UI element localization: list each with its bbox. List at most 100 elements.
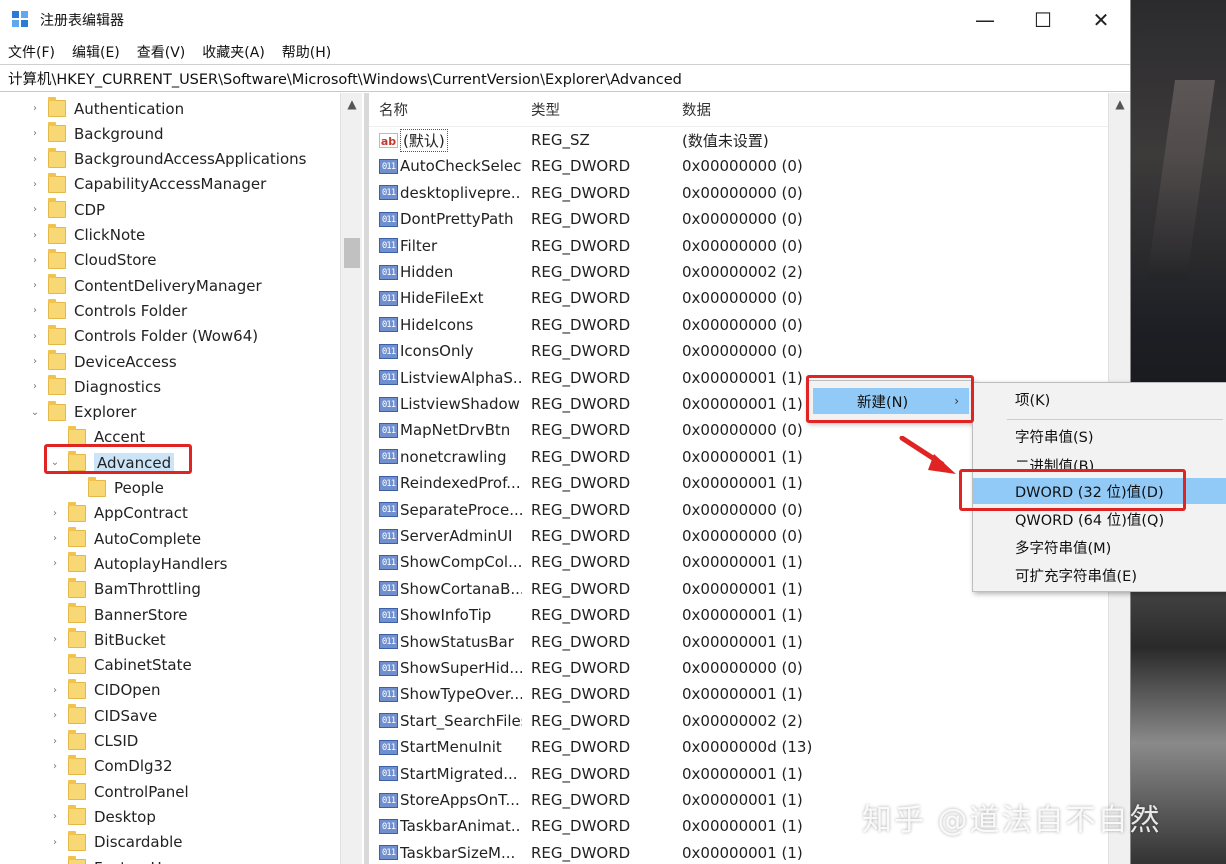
value-row[interactable]: ab (默认) REG_SZ (数值未设置) bbox=[369, 127, 1109, 153]
column-data-header[interactable]: 数据 bbox=[682, 99, 711, 120]
value-type: REG_DWORD bbox=[531, 236, 631, 255]
menu-help[interactable]: 帮助(H) bbox=[282, 42, 331, 62]
tree-item[interactable]: › Diagnostics bbox=[28, 374, 161, 399]
column-name-header[interactable]: 名称 bbox=[379, 99, 408, 120]
tree-item[interactable]: › ComDlg32 bbox=[48, 754, 173, 779]
menu-edit[interactable]: 编辑(E) bbox=[72, 42, 120, 62]
tree-item[interactable]: › CapabilityAccessManager bbox=[28, 172, 266, 197]
chevron-down-icon[interactable]: ⌄ bbox=[28, 407, 42, 418]
maximize-button[interactable]: ☐ bbox=[1014, 0, 1072, 40]
scroll-up-icon[interactable]: ▲ bbox=[341, 97, 363, 111]
scroll-up-icon[interactable]: ▲ bbox=[1109, 97, 1130, 111]
chevron-right-icon[interactable]: › bbox=[28, 103, 42, 114]
value-row[interactable]: 011 StartMigrated... REG_DWORD 0x00000001 (… bbox=[369, 761, 1109, 787]
tree-item[interactable]: › AppContract bbox=[48, 501, 188, 526]
value-row[interactable]: 011 Hidden REG_DWORD 0x00000002 (2) bbox=[369, 259, 1109, 285]
watermark: 知乎 @道法自不自然 bbox=[862, 803, 1162, 838]
value-row[interactable]: 011 AutoCheckSelect REG_DWORD 0x00000000 (0… bbox=[369, 153, 1109, 179]
tree-item[interactable]: ›FeatureUsage bbox=[48, 855, 197, 864]
tree-item[interactable]: › CIDSave bbox=[48, 703, 157, 728]
submenu-multistring-value[interactable]: 多字符串值(M) bbox=[973, 534, 1226, 560]
tree-item[interactable]: ⌄ Explorer bbox=[28, 400, 136, 425]
chevron-right-icon[interactable]: › bbox=[48, 634, 62, 645]
submenu-dword-value[interactable]: DWORD (32 位)值(D) bbox=[973, 478, 1226, 504]
chevron-down-icon[interactable]: ⌄ bbox=[48, 457, 62, 468]
minimize-button[interactable]: — bbox=[956, 0, 1014, 40]
close-button[interactable]: ✕ bbox=[1072, 0, 1130, 40]
chevron-right-icon[interactable]: › bbox=[48, 837, 62, 848]
tree-item[interactable]: › CIDOpen bbox=[48, 678, 161, 703]
value-row[interactable]: 011 TaskbarSizeM... REG_DWORD 0x00000001 (1… bbox=[369, 840, 1109, 864]
tree-item[interactable]: People bbox=[68, 476, 164, 501]
tree-item[interactable]: › Discardable bbox=[48, 830, 183, 855]
tree-item[interactable]: › CLSID bbox=[48, 729, 138, 754]
value-row[interactable]: 011 Filter REG_DWORD 0x00000000 (0) bbox=[369, 233, 1109, 259]
chevron-right-icon[interactable]: › bbox=[28, 305, 42, 316]
tree-item[interactable]: › Background bbox=[28, 121, 164, 146]
submenu-key[interactable]: 项(K) bbox=[973, 386, 1226, 412]
tree-item[interactable]: Accent bbox=[48, 425, 145, 450]
tree-scrollbar[interactable]: ▲ bbox=[340, 93, 362, 864]
tree-item[interactable]: › CDP bbox=[28, 197, 105, 222]
menu-favorites[interactable]: 收藏夹(A) bbox=[202, 42, 265, 62]
chevron-right-icon[interactable]: › bbox=[28, 128, 42, 139]
tree-item[interactable]: BamThrottling bbox=[48, 577, 201, 602]
chevron-right-icon[interactable]: › bbox=[28, 280, 42, 291]
tree-item[interactable]: › ClickNote bbox=[28, 223, 145, 248]
tree-item[interactable]: CabinetState bbox=[48, 653, 192, 678]
column-type-header[interactable]: 类型 bbox=[531, 99, 560, 120]
value-row[interactable]: 011 DontPrettyPath REG_DWORD 0x00000000 (0) bbox=[369, 206, 1109, 232]
chevron-right-icon[interactable]: › bbox=[48, 558, 62, 569]
address-bar[interactable]: 计算机\HKEY_CURRENT_USER\Software\Microsoft… bbox=[0, 64, 1130, 92]
value-row[interactable]: 011 ShowInfoTip REG_DWORD 0x00000001 (1) bbox=[369, 602, 1109, 628]
tree-item[interactable]: › BackgroundAccessApplications bbox=[28, 147, 306, 172]
value-row[interactable]: 011 HideFileExt REG_DWORD 0x00000000 (0) bbox=[369, 285, 1109, 311]
tree-item[interactable]: › DeviceAccess bbox=[28, 349, 177, 374]
tree-item[interactable]: › ContentDeliveryManager bbox=[28, 273, 262, 298]
tree-item[interactable]: › BitBucket bbox=[48, 627, 166, 652]
submenu-qword-value[interactable]: QWORD (64 位)值(Q) bbox=[973, 506, 1226, 532]
chevron-right-icon[interactable]: › bbox=[48, 685, 62, 696]
submenu-string-value[interactable]: 字符串值(S) bbox=[973, 423, 1226, 449]
tree-item[interactable]: › Controls Folder bbox=[28, 298, 187, 323]
menu-view[interactable]: 查看(V) bbox=[137, 42, 186, 62]
chevron-right-icon[interactable]: › bbox=[48, 533, 62, 544]
tree-item[interactable]: › Controls Folder (Wow64) bbox=[28, 324, 258, 349]
value-row[interactable]: 011 StartMenuInit REG_DWORD 0x0000000d (13) bbox=[369, 734, 1109, 760]
tree-item[interactable]: › AutoplayHandlers bbox=[48, 551, 227, 576]
chevron-right-icon[interactable]: › bbox=[48, 811, 62, 822]
chevron-right-icon[interactable]: › bbox=[28, 230, 42, 241]
chevron-right-icon[interactable]: › bbox=[48, 736, 62, 747]
tree-item[interactable]: ⌄ Advanced bbox=[48, 450, 175, 475]
tree-item[interactable]: › CloudStore bbox=[28, 248, 157, 273]
value-row[interactable]: 011 HideIcons REG_DWORD 0x00000000 (0) bbox=[369, 312, 1109, 338]
submenu-expandable-string-value[interactable]: 可扩充字符串值(E) bbox=[973, 562, 1226, 588]
chevron-right-icon[interactable]: › bbox=[28, 255, 42, 266]
tree-item[interactable]: BannerStore bbox=[48, 602, 188, 627]
submenu-binary-value[interactable]: 二进制值(B) bbox=[973, 451, 1226, 477]
menu-new[interactable]: 新建(N) › bbox=[813, 388, 969, 414]
menu-file[interactable]: 文件(F) bbox=[8, 42, 55, 62]
tree-scroll-thumb[interactable] bbox=[344, 238, 360, 268]
chevron-right-icon[interactable]: › bbox=[28, 356, 42, 367]
chevron-right-icon[interactable]: › bbox=[48, 508, 62, 519]
chevron-right-icon[interactable]: › bbox=[28, 381, 42, 392]
value-row[interactable]: 011 IconsOnly REG_DWORD 0x00000000 (0) bbox=[369, 338, 1109, 364]
chevron-right-icon[interactable]: › bbox=[28, 331, 42, 342]
chevron-right-icon[interactable]: › bbox=[48, 761, 62, 772]
tree-item[interactable]: › AutoComplete bbox=[48, 526, 201, 551]
value-row[interactable]: 011 ShowSuperHid... REG_DWORD 0x00000000 (0… bbox=[369, 655, 1109, 681]
chevron-right-icon[interactable]: › bbox=[28, 179, 42, 190]
chevron-right-icon[interactable]: › bbox=[28, 204, 42, 215]
value-row[interactable]: 011 ShowTypeOver... REG_DWORD 0x00000001 (1… bbox=[369, 681, 1109, 707]
tree-item[interactable]: › Authentication bbox=[28, 96, 184, 121]
chevron-right-icon[interactable]: › bbox=[48, 710, 62, 721]
tree-item[interactable]: ControlPanel bbox=[48, 779, 189, 804]
chevron-right-icon[interactable]: › bbox=[28, 154, 42, 165]
tree-item[interactable]: › Desktop bbox=[48, 804, 156, 829]
value-row[interactable]: 011 Start_SearchFiles REG_DWORD 0x00000002 … bbox=[369, 708, 1109, 734]
value-row[interactable]: 011 ShowStatusBar REG_DWORD 0x00000001 (1) bbox=[369, 629, 1109, 655]
binary-value-icon: 011 bbox=[379, 317, 398, 333]
binary-value-icon: 011 bbox=[379, 607, 398, 623]
value-row[interactable]: 011 desktoplivepre... REG_DWORD 0x00000000 … bbox=[369, 180, 1109, 206]
